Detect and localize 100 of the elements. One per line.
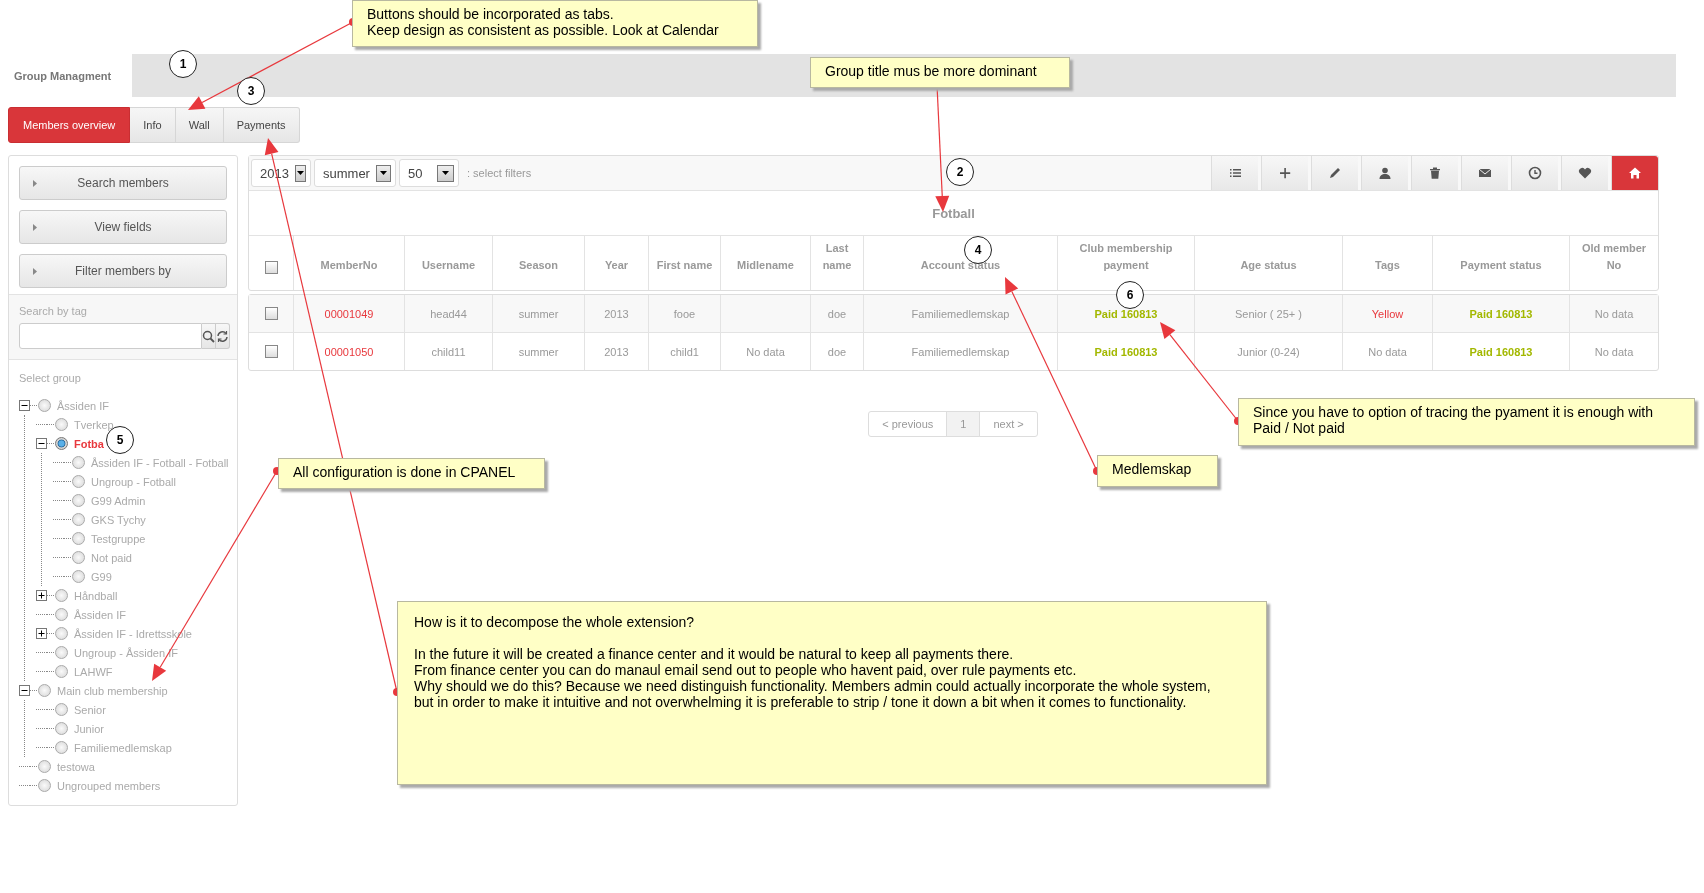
table-cell: No data xyxy=(746,345,785,358)
group-label[interactable]: Åssiden IF xyxy=(74,608,126,621)
radio-button[interactable] xyxy=(55,627,68,640)
group-label[interactable]: Håndball xyxy=(74,589,118,602)
radio-button[interactable] xyxy=(55,589,68,602)
toolbar-button[interactable] xyxy=(1561,156,1608,190)
group-label[interactable]: Main club membership xyxy=(57,684,168,697)
radio-button[interactable] xyxy=(38,684,51,697)
radio-button[interactable] xyxy=(38,779,51,792)
season-dropdown[interactable]: summer xyxy=(314,159,396,187)
column-header: Username xyxy=(404,236,492,290)
radio-button[interactable] xyxy=(55,608,68,621)
section-label: Select group xyxy=(19,372,82,384)
refresh-icon xyxy=(216,329,229,343)
group-label[interactable]: Junior xyxy=(74,722,104,735)
radio-button[interactable] xyxy=(55,437,68,450)
annotation-note: Group title mus be more dominant xyxy=(810,57,1070,88)
group-label[interactable]: G99 Admin xyxy=(91,494,146,507)
group-label[interactable]: Åssiden IF xyxy=(57,399,109,412)
radio-button[interactable] xyxy=(55,418,68,431)
radio-button[interactable] xyxy=(72,494,85,507)
column-header: Last name xyxy=(810,236,863,290)
table-cell: Junior (0-24) xyxy=(1237,345,1300,358)
table-cell: doe xyxy=(827,345,847,358)
radio-button[interactable] xyxy=(72,532,85,545)
tab[interactable]: Members overview xyxy=(8,107,131,143)
next-button[interactable]: next > xyxy=(979,411,1038,437)
group-label[interactable]: Familiemedlemskap xyxy=(74,741,172,754)
column-header: Year xyxy=(584,236,648,290)
expand-icon[interactable] xyxy=(36,628,47,639)
group-label[interactable]: LAHWF xyxy=(74,665,113,678)
radio-button[interactable] xyxy=(72,513,85,526)
group-label[interactable]: Ungroup - Åssiden IF xyxy=(74,646,178,659)
tag-search-field[interactable] xyxy=(19,323,202,349)
accordion-button[interactable]: Search members xyxy=(19,166,227,200)
group-label[interactable]: Testgruppe xyxy=(91,532,146,545)
page-button[interactable]: 1 xyxy=(946,411,981,437)
toolbar-button[interactable] xyxy=(1611,156,1658,190)
group-label[interactable]: Åssiden IF - Fotball - Fotball xyxy=(91,456,229,469)
table-cell: Familiemedlemskap xyxy=(911,307,1010,320)
toolbar-button[interactable] xyxy=(1461,156,1508,190)
radio-button[interactable] xyxy=(55,665,68,678)
table-cell: Paid 160813 xyxy=(1094,345,1158,358)
group-label[interactable]: Ungroup - Fotball xyxy=(91,475,176,488)
radio-button[interactable] xyxy=(55,646,68,659)
accordion-button[interactable]: View fields xyxy=(19,210,227,244)
toolbar-button[interactable] xyxy=(1511,156,1558,190)
toolbar-button[interactable] xyxy=(1361,156,1408,190)
tab[interactable]: Payments xyxy=(223,107,300,143)
pencil-icon xyxy=(1327,165,1343,181)
annotation-note: All configuration is done in CPANEL xyxy=(278,458,545,489)
column-header: Season xyxy=(492,236,584,290)
group-label[interactable]: G99 xyxy=(91,570,112,583)
table-cell: head44 xyxy=(430,307,467,320)
annotation-note: Since you have to option of tracing the pyament it is enough with Paid / Not paid xyxy=(1238,398,1695,446)
group-label[interactable]: Senior xyxy=(74,703,106,716)
group-label[interactable]: Not paid xyxy=(91,551,132,564)
toolbar-button[interactable] xyxy=(1261,156,1308,190)
checkbox[interactable] xyxy=(264,345,278,358)
radio-button[interactable] xyxy=(72,456,85,469)
tab[interactable]: Wall xyxy=(175,107,224,143)
annotation-note: Medlemskap xyxy=(1097,455,1218,487)
radio-button[interactable] xyxy=(72,570,85,583)
column-header: Old member No xyxy=(1569,236,1658,290)
accordion-button[interactable]: Filter members by xyxy=(19,254,227,288)
group-label[interactable]: GKS Tychy xyxy=(91,513,146,526)
table-cell: child1 xyxy=(670,345,699,358)
toolbar-button[interactable] xyxy=(1211,156,1258,190)
checkbox[interactable] xyxy=(264,307,278,320)
radio-button[interactable] xyxy=(55,703,68,716)
user-icon xyxy=(1377,165,1393,181)
collapse-icon[interactable] xyxy=(19,400,30,411)
expand-icon[interactable] xyxy=(36,590,47,601)
column-header: First name xyxy=(648,236,720,290)
column-header: MemberNo xyxy=(293,236,404,290)
member-link[interactable]: 00001050 xyxy=(324,345,374,358)
radio-button[interactable] xyxy=(55,741,68,754)
search-button[interactable] xyxy=(202,323,216,349)
group-label[interactable]: Ungrouped members xyxy=(57,779,161,792)
group-label[interactable]: Fotba xyxy=(74,437,104,450)
refresh-button[interactable] xyxy=(216,323,230,349)
page-size-dropdown[interactable]: 50 xyxy=(399,159,459,187)
tab[interactable]: Info xyxy=(130,107,176,143)
radio-button[interactable] xyxy=(72,551,85,564)
checkbox[interactable] xyxy=(264,261,278,274)
group-label[interactable]: testowa xyxy=(57,760,95,773)
member-link[interactable]: 00001049 xyxy=(324,307,374,320)
table-cell: doe xyxy=(827,307,847,320)
radio-button[interactable] xyxy=(38,760,51,773)
group-label[interactable]: Tverkep xyxy=(74,418,114,431)
collapse-icon[interactable] xyxy=(19,685,30,696)
tag-label: Yellow xyxy=(1371,307,1404,320)
radio-button[interactable] xyxy=(72,475,85,488)
previous-button[interactable]: < previous xyxy=(868,411,948,437)
table-cell: child11 xyxy=(431,345,466,358)
collapse-icon[interactable] xyxy=(36,438,47,449)
radio-button[interactable] xyxy=(38,399,51,412)
table-cell: Familiemedlemskap xyxy=(911,345,1010,358)
toolbar-button[interactable] xyxy=(1411,156,1458,190)
radio-button[interactable] xyxy=(55,722,68,735)
